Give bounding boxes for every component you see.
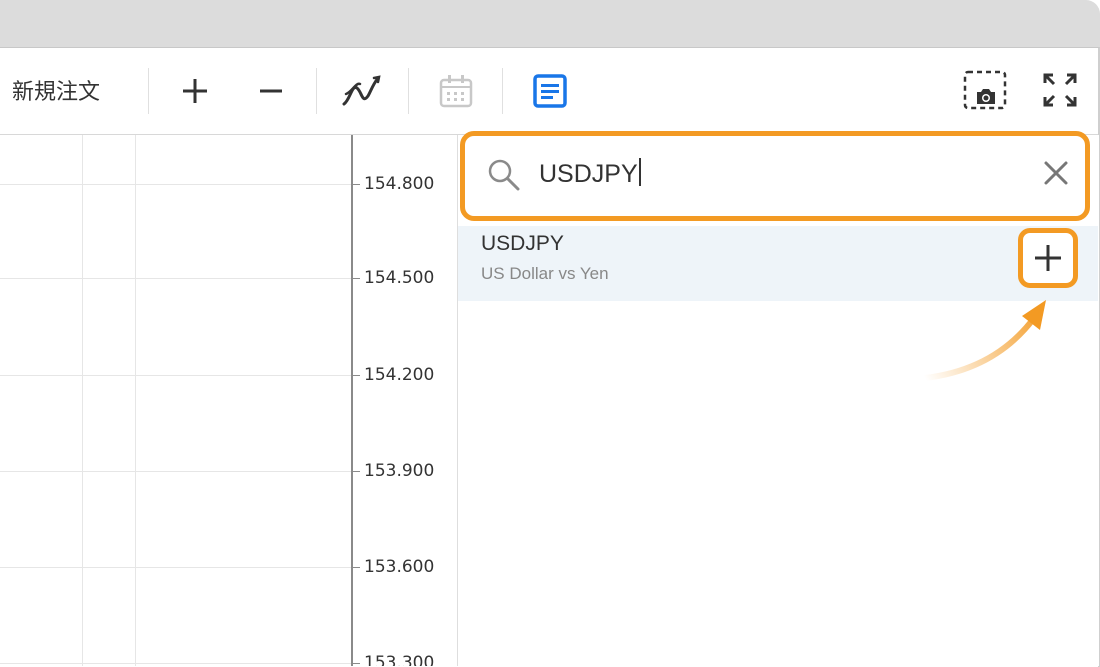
price-label: 154.200 <box>364 365 435 385</box>
window-title-bar <box>0 0 1100 47</box>
price-tick <box>353 278 360 279</box>
zoom-in-icon <box>183 79 207 103</box>
fullscreen-button[interactable] <box>1038 68 1082 112</box>
price-label: 154.800 <box>364 174 435 194</box>
price-tick <box>353 663 360 664</box>
result-description: US Dollar vs Yen <box>481 264 609 283</box>
zoom-out-icon <box>260 89 282 93</box>
search-input[interactable]: USDJPY <box>539 158 641 189</box>
order-list-button[interactable] <box>528 70 572 112</box>
price-label: 154.500 <box>364 268 435 288</box>
toolbar-divider <box>148 68 149 114</box>
grid-hline <box>0 471 352 472</box>
zoom-in-button[interactable] <box>174 70 216 112</box>
grid-hline <box>0 278 352 279</box>
fullscreen-icon <box>1043 73 1077 107</box>
new-order-button[interactable]: 新規注文 <box>12 72 100 108</box>
grid-hline <box>0 567 352 568</box>
calendar-button[interactable] <box>434 70 478 112</box>
search-icon <box>488 159 520 191</box>
screenshot-icon <box>963 70 1007 110</box>
price-tick <box>353 184 360 185</box>
price-tick <box>353 471 360 472</box>
indicators-button[interactable] <box>338 70 384 112</box>
add-symbol-button[interactable] <box>1018 228 1078 288</box>
price-label: 153.300 <box>364 653 435 666</box>
calendar-icon <box>439 75 473 108</box>
toolbar-divider <box>408 68 409 114</box>
price-label: 153.600 <box>364 557 435 577</box>
chart-area[interactable]: 154.800 154.500 154.200 153.900 153.600 … <box>0 135 457 666</box>
price-tick <box>353 375 360 376</box>
zoom-out-button[interactable] <box>250 70 292 112</box>
price-axis[interactable] <box>351 135 353 666</box>
text-caret <box>638 158 641 186</box>
close-icon[interactable] <box>1043 160 1069 186</box>
price-label: 153.900 <box>364 461 435 481</box>
order-list-icon <box>533 74 567 108</box>
indicators-icon <box>342 75 381 106</box>
symbol-search-field[interactable]: USDJPY <box>460 131 1090 221</box>
grid-hline <box>0 184 352 185</box>
toolbar: 新規注文 <box>0 48 1098 135</box>
price-tick <box>353 567 360 568</box>
result-symbol: USDJPY <box>481 232 564 255</box>
grid-hline <box>0 663 352 664</box>
screenshot-button[interactable] <box>962 68 1008 112</box>
toolbar-divider <box>316 68 317 114</box>
toolbar-divider <box>502 68 503 114</box>
plus-icon <box>1035 245 1061 271</box>
search-result-item[interactable]: USDJPY US Dollar vs Yen <box>458 226 1098 301</box>
grid-vline <box>82 135 83 666</box>
grid-vline <box>135 135 136 666</box>
grid-hline <box>0 375 352 376</box>
search-input-text: USDJPY <box>539 160 638 188</box>
